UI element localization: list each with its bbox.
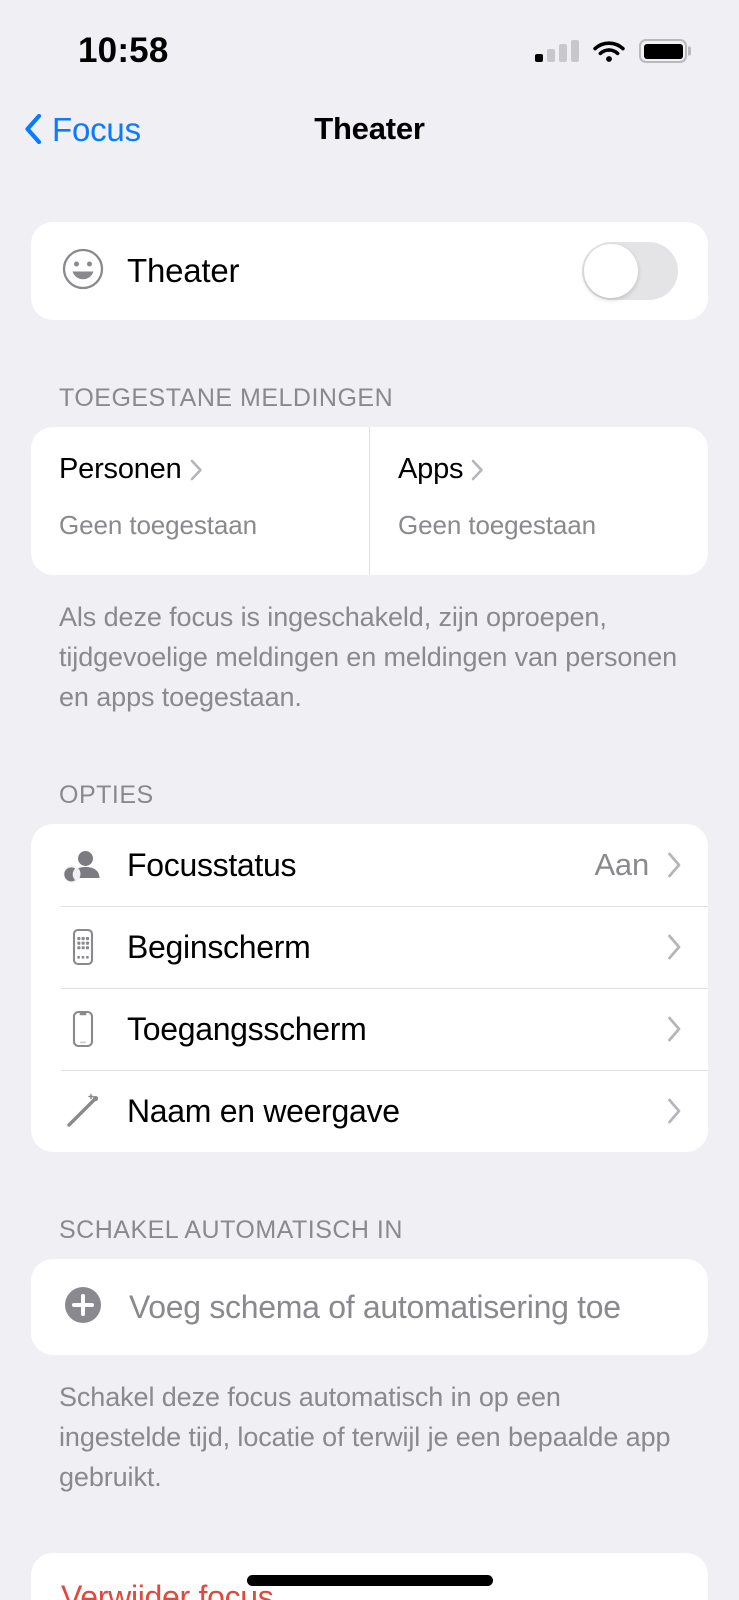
allowed-apps-cell[interactable]: Apps Geen toegestaan [369, 427, 708, 575]
focus-enable-switch[interactable] [582, 242, 678, 300]
options-card: Focusstatus Aan Beginscherm Toegangssche… [31, 824, 708, 1152]
status-bar-icons [535, 29, 687, 63]
focus-toggle-card: Theater [31, 222, 708, 320]
allowed-people-cell[interactable]: Personen Geen toegestaan [31, 427, 369, 575]
smiley-face-icon [61, 247, 127, 296]
add-schedule-automation-button[interactable]: Voeg schema of automatisering toe [31, 1259, 708, 1355]
allowed-people-subtitle: Geen toegestaan [59, 510, 257, 540]
option-row-lock-screen[interactable]: Toegangsscherm [31, 988, 708, 1070]
chevron-right-icon [667, 934, 682, 960]
focus-status-person-moon-icon [61, 843, 127, 887]
focus-toggle-row[interactable]: Theater [31, 222, 708, 320]
wand-pencil-icon [61, 1089, 127, 1133]
battery-full-icon [639, 39, 687, 63]
focus-toggle-label: Theater [127, 252, 240, 289]
chevron-right-icon [667, 1098, 682, 1124]
allowed-notifications-header: TOEGESTANE MELDINGEN [59, 384, 394, 412]
chevron-right-icon [667, 1016, 682, 1042]
option-label-home-screen: Beginscherm [127, 928, 311, 965]
allowed-apps-subtitle: Geen toegestaan [398, 510, 596, 540]
lock-screen-icon [61, 1007, 127, 1051]
option-row-focus-status[interactable]: Focusstatus Aan [31, 824, 708, 906]
automation-card: Voeg schema of automatisering toe [31, 1259, 708, 1355]
option-label-lock-screen: Toegangsscherm [127, 1010, 367, 1047]
wifi-icon [593, 40, 625, 63]
plus-circle-icon [61, 1283, 129, 1332]
settings-content: Theater TOEGESTANE MELDINGEN Personen Ge… [0, 166, 739, 1600]
automation-footer: Schakel deze focus automatisch in op een… [59, 1382, 671, 1492]
status-bar: 10:58 [0, 0, 739, 92]
cellular-signal-icon [535, 40, 579, 62]
chevron-right-icon [667, 852, 682, 878]
allowed-people-title: Personen [59, 453, 182, 485]
add-schedule-automation-label: Voeg schema of automatisering toe [129, 1288, 621, 1325]
allowed-notifications-card: Personen Geen toegestaan Apps Geen toege… [31, 427, 708, 575]
navigation-bar: Focus Theater [0, 92, 739, 166]
option-label-name-appearance: Naam en weergave [127, 1092, 400, 1129]
home-indicator [246, 1575, 493, 1586]
allowed-apps-title: Apps [398, 453, 464, 485]
delete-focus-label: Verwijder focus [61, 1579, 274, 1600]
back-button[interactable]: Focus [24, 113, 141, 146]
option-label-focus-status: Focusstatus [127, 846, 297, 883]
option-value-focus-status: Aan [594, 847, 649, 882]
option-row-name-appearance[interactable]: Naam en weergave [31, 1070, 708, 1152]
chevron-right-icon [471, 459, 484, 481]
automation-header: SCHAKEL AUTOMATISCH IN [59, 1216, 403, 1244]
chevron-left-icon [24, 114, 42, 144]
status-bar-time: 10:58 [78, 30, 169, 70]
chevron-right-icon [190, 459, 203, 481]
switch-knob [584, 244, 638, 298]
allowed-notifications-footer: Als deze focus is ingeschakeld, zijn opr… [59, 602, 678, 712]
options-header: OPTIES [59, 781, 154, 809]
option-row-home-screen[interactable]: Beginscherm [31, 906, 708, 988]
back-button-label: Focus [52, 110, 141, 148]
home-screen-icon [61, 925, 127, 969]
